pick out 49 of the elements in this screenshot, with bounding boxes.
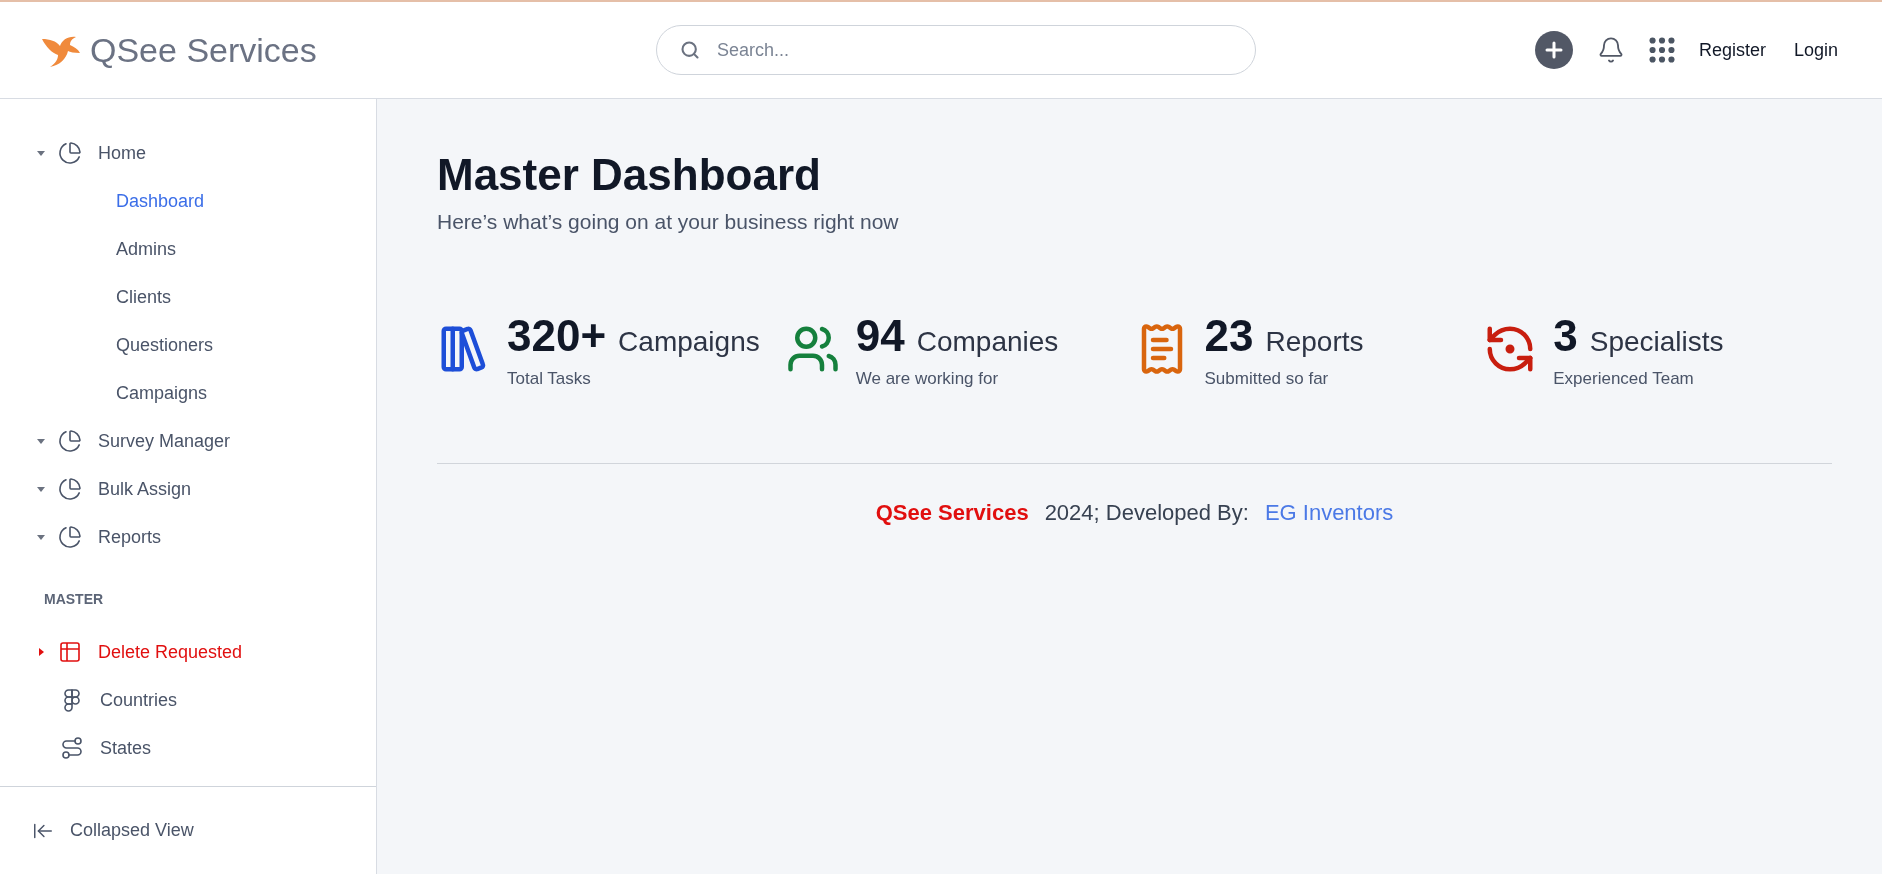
stat-value: 23 (1204, 313, 1254, 358)
stat-caption: Submitted so far (1204, 367, 1330, 390)
stat-value: 3 (1553, 313, 1578, 358)
sidebar-item[interactable]: Bulk Assign (36, 465, 200, 513)
sidebar-item[interactable]: Countries (36, 676, 186, 724)
sidebar-item[interactable]: States (36, 724, 160, 772)
add-button[interactable] (1534, 31, 1573, 69)
stat-caption: Experienced Team (1553, 367, 1695, 390)
page-subtitle: Here’s what’s going on at your business right now (437, 209, 900, 235)
sidebar-item[interactable]: Reports (36, 513, 170, 561)
sidebar-icon (58, 141, 82, 165)
brand-name: QSee Services (90, 29, 317, 71)
section-heading: MASTER (44, 590, 105, 609)
caret-down-icon[interactable] (36, 436, 46, 446)
sidebar-subitem[interactable]: Dashboard (116, 177, 205, 225)
stat-value: 94 (855, 313, 905, 358)
search-field[interactable]: Search... (656, 25, 1256, 75)
stat-caption: We are working for (855, 367, 1000, 390)
page-title: Master Dashboard (437, 149, 822, 201)
caret-down-icon[interactable] (36, 532, 46, 542)
header-link[interactable]: Login (1793, 36, 1838, 64)
stat-value: 320+ (507, 313, 607, 358)
collapse-view-button[interactable]: Collapsed View (32, 817, 194, 844)
sidebar-item[interactable]: Survey Manager (36, 417, 239, 465)
developer-link[interactable]: EG Inventors (1264, 496, 1394, 529)
sidebar-icon (58, 477, 82, 501)
sidebar-item[interactable]: Delete Requested (36, 628, 251, 676)
stat-label: Campaigns (618, 327, 760, 356)
search-icon (680, 40, 700, 60)
caret-down-icon[interactable] (36, 148, 46, 158)
sidebar-item[interactable]: Home (36, 129, 154, 177)
sidebar-subitem[interactable]: Questioners (116, 321, 214, 369)
footer-text: 2024; Developed By: (1044, 499, 1249, 527)
header-link[interactable]: Register (1698, 36, 1766, 64)
sidebar-icon (58, 525, 82, 549)
sidebar-subitem[interactable]: Clients (116, 273, 172, 321)
caret-right-icon[interactable] (36, 647, 46, 657)
stat-label: Companies (916, 327, 1059, 356)
apps-grid-icon[interactable] (1648, 37, 1675, 63)
sidebar-subitem[interactable]: Admins (116, 225, 177, 273)
stat-label: Specialists (1589, 327, 1724, 356)
sidebar-icon (58, 429, 82, 453)
sidebar-subitem[interactable]: Campaigns (116, 369, 208, 417)
stat-label: Reports (1265, 327, 1364, 356)
footer-brand: QSee Services (875, 499, 1029, 527)
sidebar-icon (58, 640, 82, 664)
sidebar-icon (60, 736, 84, 760)
caret-down-icon[interactable] (36, 484, 46, 494)
stat-caption: Total Tasks (507, 367, 592, 390)
